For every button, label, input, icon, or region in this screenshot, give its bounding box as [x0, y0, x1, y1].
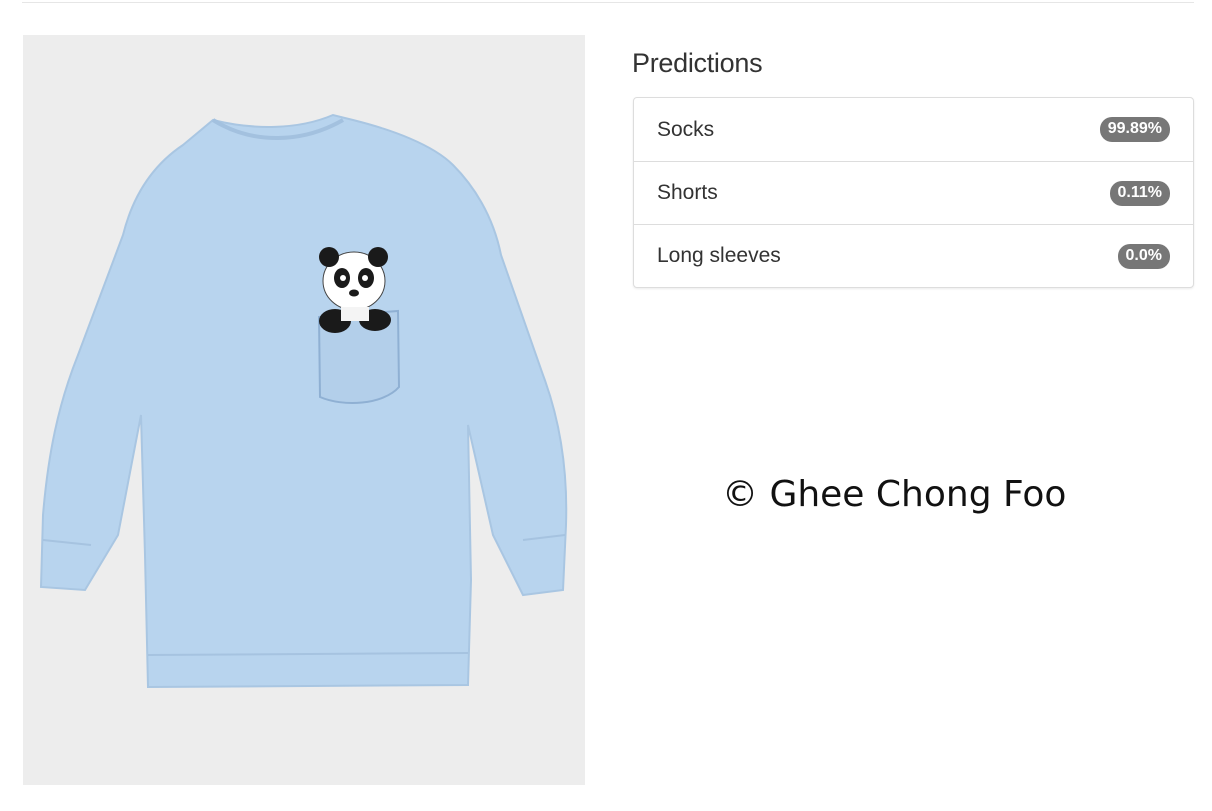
list-item: Socks 99.89% — [634, 98, 1193, 161]
prediction-label: Long sleeves — [657, 244, 781, 267]
prediction-label: Socks — [657, 117, 715, 141]
copyright-watermark: © Ghee Chong Foo — [722, 474, 1067, 515]
prediction-label: Shorts — [657, 181, 718, 204]
prediction-page: Predictions Socks 99.89% Shorts 0.11% Lo… — [0, 0, 1212, 811]
divider — [22, 2, 1194, 3]
prediction-badge: 99.89% — [1099, 117, 1170, 142]
predictions-heading: Predictions — [632, 48, 763, 78]
prediction-badge: 0.0% — [1117, 243, 1170, 269]
product-image — [23, 35, 585, 785]
prediction-badge: 0.11% — [1109, 180, 1170, 206]
list-item: Long sleeves 0.0% — [634, 224, 1193, 287]
list-item: Shorts 0.11% — [634, 161, 1193, 224]
predictions-list: Socks 99.89% Shorts 0.11% Long sleeves 0… — [633, 97, 1194, 288]
